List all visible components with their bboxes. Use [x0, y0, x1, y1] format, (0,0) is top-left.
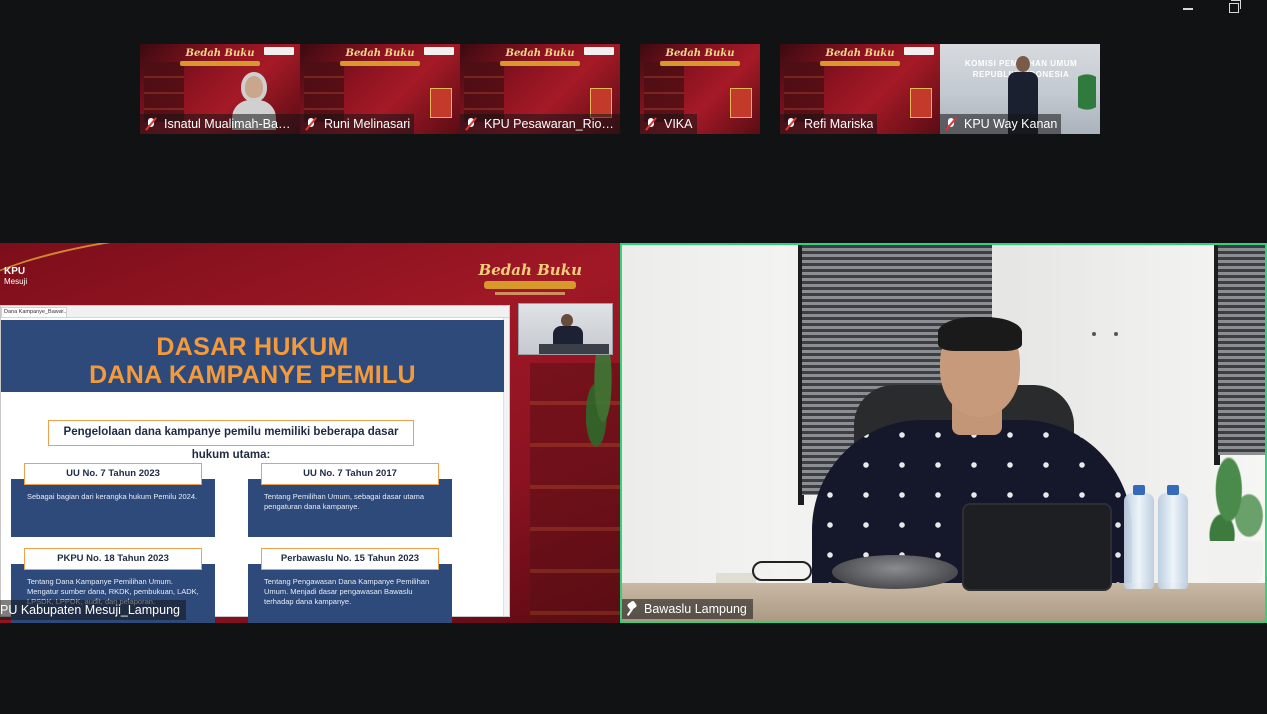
mic-muted-icon — [644, 117, 658, 131]
conference-speakerphone — [832, 555, 958, 589]
participant-name: VIKA — [664, 117, 693, 131]
bookshelf-background — [304, 62, 344, 122]
participant-name-tag: VIKA — [640, 114, 697, 134]
participant-name-tag: Refi Mariska — [780, 114, 878, 134]
mic-muted-icon — [304, 117, 318, 131]
law-card-title: UU No. 7 Tahun 2023 — [24, 463, 202, 485]
slide-subtitle: DANA KAMPANYE PEMILU — [89, 361, 416, 389]
slide-title: DASAR HUKUM — [156, 333, 349, 361]
event-brand-logo: Bedah Buku — [479, 261, 582, 295]
brand-banner — [340, 61, 420, 66]
restore-icon — [1229, 0, 1241, 13]
sponsor-logo — [584, 47, 614, 55]
law-card-body: Sebagai bagian dari kerangka hukum Pemil… — [11, 479, 215, 537]
mic-muted-icon — [944, 117, 958, 131]
active-speaker-name-tag: Bawaslu Lampung — [622, 599, 753, 619]
bookshelf-background — [644, 62, 684, 122]
law-card: Perbawaslu No. 15 Tahun 2023 Tentang Pen… — [248, 548, 452, 623]
mic-muted-icon — [144, 117, 158, 131]
participant-name-tag: KPU Way Kanan — [940, 114, 1062, 134]
event-brand: Bedah Buku — [345, 48, 415, 59]
brand-banner — [180, 61, 260, 66]
minimize-icon — [1183, 8, 1193, 10]
speaker-hair — [938, 317, 1022, 351]
participant-name: KPU Way Kanan — [964, 117, 1058, 131]
window-blinds — [1218, 245, 1265, 455]
tablet-device — [962, 503, 1112, 591]
event-brand: Bedah Buku — [505, 48, 575, 59]
bookshelf-background — [784, 62, 824, 122]
participant-tile[interactable]: Bedah Buku Isnatul Mualimah-Baw... — [140, 44, 300, 134]
close-icon[interactable]: × — [60, 308, 64, 317]
plant-decoration — [586, 343, 620, 463]
wall-fixtures — [1092, 323, 1152, 336]
document-tab[interactable]: Dana Kampanye_Bawa... × — [1, 307, 67, 317]
active-speaker-name: Bawaslu Lampung — [644, 602, 747, 616]
pin-icon[interactable] — [626, 600, 638, 616]
minimize-button[interactable] — [1177, 0, 1199, 16]
sponsor-logo — [904, 47, 934, 55]
bookshelf-background — [464, 62, 504, 122]
plant-pot — [1207, 541, 1263, 585]
book-graphic — [430, 88, 452, 118]
document-tab-bar: Dana Kampanye_Bawa... × — [1, 306, 509, 318]
shared-screen-owner: PU Kabupaten Mesuji_Lampung — [0, 603, 180, 617]
law-card: UU No. 7 Tahun 2017 Tentang Pemilihan Um… — [248, 463, 452, 537]
eyeglasses — [752, 561, 812, 581]
law-card-title: UU No. 7 Tahun 2017 — [261, 463, 439, 485]
sponsor-logo — [264, 47, 294, 55]
mic-muted-icon — [464, 117, 478, 131]
law-card-title: PKPU No. 18 Tahun 2023 — [24, 548, 202, 570]
slide-title-banner: DASAR HUKUM DANA KAMPANYE PEMILU — [1, 320, 504, 392]
event-brand: Bedah Buku — [665, 48, 735, 59]
plant-decoration — [1078, 74, 1096, 134]
brand-banner — [820, 61, 900, 66]
law-card-title: Perbawaslu No. 15 Tahun 2023 — [261, 548, 439, 570]
active-speaker-pane[interactable]: Bawaslu Lampung — [620, 243, 1267, 623]
document-viewer[interactable]: Dana Kampanye_Bawa... × DASAR HUKUM DANA… — [0, 305, 510, 623]
participant-name: Isnatul Mualimah-Baw... — [164, 117, 296, 131]
participant-name: Runi Melinasari — [324, 117, 411, 131]
bookshelf-background — [144, 62, 184, 122]
water-bottle — [1158, 485, 1188, 589]
kpu-logo: KPU Mesuji — [4, 266, 28, 287]
participant-name: Refi Mariska — [804, 117, 874, 131]
brand-banner — [660, 61, 740, 66]
participant-tile[interactable]: Bedah Buku Refi Mariska — [780, 44, 940, 134]
event-brand: Bedah Buku — [825, 48, 895, 59]
event-brand: Bedah Buku — [185, 48, 255, 59]
participant-tile[interactable]: Bedah Buku VIKA — [640, 44, 760, 134]
law-card-body: Tentang Pengawasan Dana Kampanye Pemilih… — [248, 564, 452, 623]
presenter-pip-video — [518, 303, 613, 355]
participant-tile[interactable]: Bedah Buku KPU Pesawaran_Rio S... — [460, 44, 620, 134]
book-graphic — [730, 88, 752, 118]
participant-name-tag: KPU Pesawaran_Rio S... — [460, 114, 620, 134]
participant-tile[interactable]: Bedah Buku Runi Melinasari — [300, 44, 460, 134]
sponsor-logo — [424, 47, 454, 55]
book-graphic — [910, 88, 932, 118]
water-bottle — [1124, 485, 1154, 589]
notebook — [716, 573, 756, 583]
participant-tile[interactable]: KOMISI PEMILIHAN UMUM REPUBLIK INDONESIA… — [940, 44, 1100, 134]
shared-screen-pane[interactable]: KPU Mesuji Bedah Buku Dana Kampanye_Bawa… — [0, 243, 620, 623]
slide-intro: Pengelolaan dana kampanye pemilu memilik… — [48, 420, 414, 461]
law-card-body: Tentang Pemilihan Umum, sebagai dasar ut… — [248, 479, 452, 537]
participant-strip: Bedah Buku Isnatul Mualimah-Baw... Bedah… — [140, 44, 1100, 134]
shared-screen-owner-tag: PU Kabupaten Mesuji_Lampung — [0, 600, 186, 620]
restore-button[interactable] — [1223, 0, 1245, 16]
participant-name-tag: Runi Melinasari — [300, 114, 415, 134]
brand-banner — [500, 61, 580, 66]
participant-name-tag: Isnatul Mualimah-Baw... — [140, 114, 300, 134]
mic-muted-icon — [784, 117, 798, 131]
law-card: UU No. 7 Tahun 2023 Sebagai bagian dari … — [11, 463, 215, 537]
participant-name: KPU Pesawaran_Rio S... — [484, 117, 616, 131]
decorative-sweep — [0, 243, 192, 310]
